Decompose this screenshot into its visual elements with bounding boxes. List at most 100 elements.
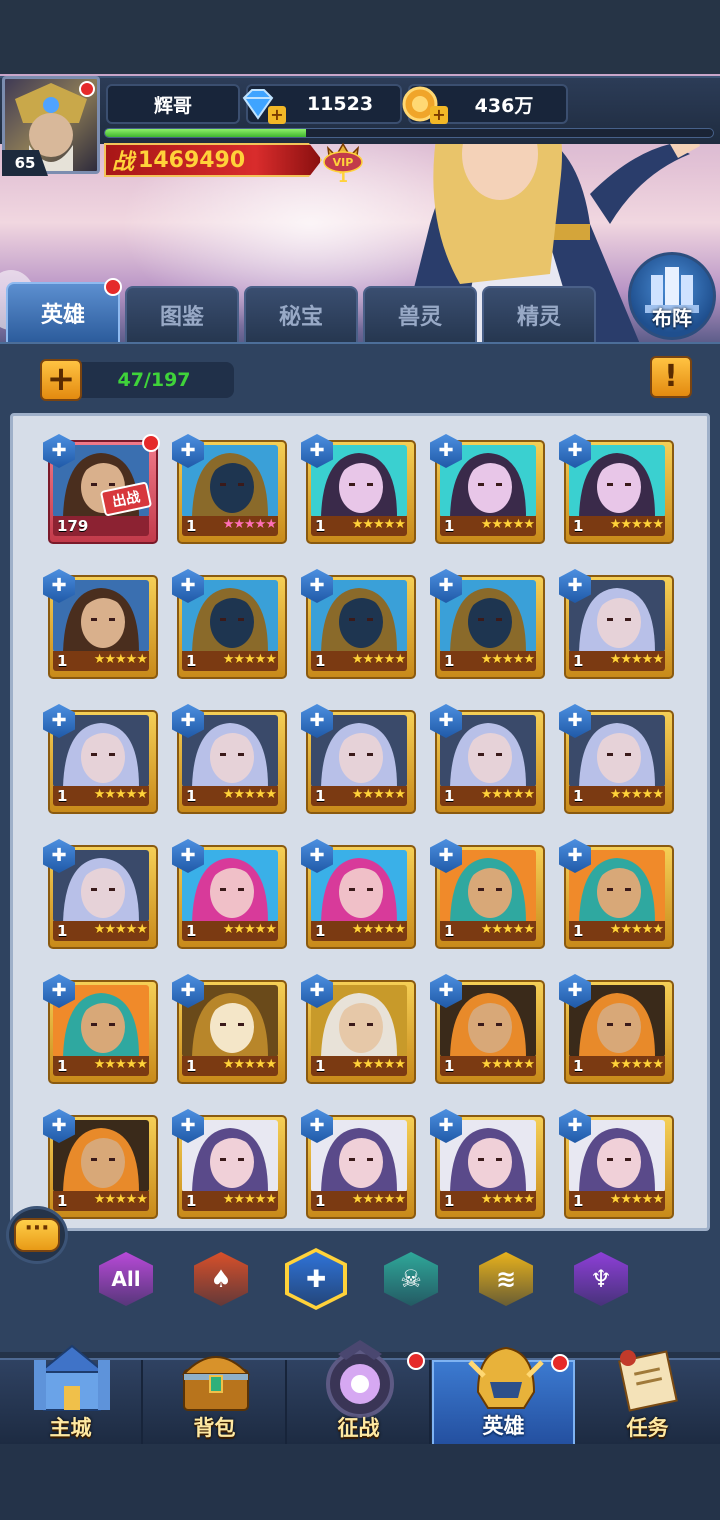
hero-level: 1 [57,1057,68,1075]
hero-stars: ★★★★★ [222,787,277,802]
nav-main-city[interactable]: 主城 [0,1344,143,1446]
hero-card[interactable]: 1 ★★★★★ ✚ [43,1109,158,1219]
wind-faction-icon: ≋ [495,1265,517,1293]
hero-card[interactable]: 1 ★★★★★ ✚ [559,569,674,679]
hero-card[interactable]: 1 ★★★★★ ✚ [43,569,158,679]
hero-stars: ★★★★★ [609,517,664,532]
hero-card[interactable]: 1 ★★★★★ ✚ [172,1109,287,1219]
hero-stars: ★★★★★ [480,1057,535,1072]
hero-card[interactable]: 1 ★★★★★ ✚ [301,569,416,679]
hero-card[interactable]: 1 ★★★★★ ✚ [430,569,545,679]
nav-backpack[interactable]: 背包 [144,1356,287,1446]
hero-level: 1 [315,787,326,805]
hero-card[interactable]: 1 ★★★★★ ✚ [301,434,416,544]
nav-tasks[interactable]: 任务 [576,1350,719,1446]
hero-stars: ★★★★★ [222,922,277,937]
hero-card-footer: 1 ★★★★★ [440,516,536,536]
hero-level: 1 [186,652,197,670]
avatar-notification-dot [79,81,95,97]
nav-heroes[interactable]: 英雄 [432,1346,575,1446]
hero-card-footer: 1 ★★★★★ [182,786,278,806]
hero-card[interactable]: 1 ★★★★★ ✚ [559,974,674,1084]
hero-card[interactable]: 1 ★★★★★ ✚ [559,839,674,949]
hero-card[interactable]: 1 ★★★★★ ✚ [301,839,416,949]
nav-label: 任务 [626,1416,669,1440]
tab-label: 图鉴 [159,305,204,330]
hero-card-footer: 1 ★★★★★ [182,921,278,941]
castle-icon [34,1344,110,1411]
add-gems-icon[interactable]: + [268,106,286,124]
hero-card[interactable]: 1 ★★★★★ ✚ [172,704,287,814]
skull-faction-icon: ☠ [400,1265,422,1293]
combat-power-label: 战 [112,150,135,175]
hero-card[interactable]: 1 ★★★★★ ✚ [301,1109,416,1219]
hero-card[interactable]: 1 ★★★★★ ✚ [172,569,287,679]
hero-stars: ★★★★★ [351,1192,406,1207]
filter-fire-faction-icon[interactable]: ♠ [194,1252,248,1306]
faction-filter-bar: All ♠ ✚ ☠ ≋ ♆ [0,1248,720,1310]
hero-stars: ★★★★★ [222,1192,277,1207]
tab-notification-dot [104,278,122,296]
hero-card[interactable]: 1 ★★★★★ ✚ [172,434,287,544]
combat-power-value: 1469490 [138,147,246,173]
hero-stars: ★★★★★ [222,517,277,532]
tab-beast-spirit[interactable]: 兽灵 [363,286,477,342]
hero-card[interactable]: 1 ★★★★★ ✚ [559,434,674,544]
filter-all-icon[interactable]: All [99,1252,153,1306]
player-name: 辉哥 [106,84,240,124]
hero-card[interactable]: 179 ✚ 出战 [43,434,160,544]
hero-stars: ★★★★★ [93,922,148,937]
fire-faction-icon: ♠ [210,1265,232,1293]
bottom-navigation: 主城 背包 征战 英雄 任务 [0,1340,720,1446]
hero-card-footer: 1 ★★★★★ [569,651,665,671]
hero-card-footer: 1 ★★★★★ [53,921,149,941]
nav-label: 征战 [337,1416,380,1440]
tab-heroes[interactable]: 英雄 [6,278,122,342]
hero-card-footer: 1 ★★★★★ [440,1191,536,1211]
hero-stars: ★★★★★ [351,652,406,667]
hero-card[interactable]: 1 ★★★★★ ✚ [172,974,287,1084]
hero-card-footer: 1 ★★★★★ [440,786,536,806]
gold-amount: 436万 [474,94,534,117]
hero-level: 1 [57,922,68,940]
hero-card[interactable]: 1 ★★★★★ ✚ [301,974,416,1084]
tab-codex[interactable]: 图鉴 [125,286,239,342]
hero-card[interactable]: 1 ★★★★★ ✚ [301,704,416,814]
gem-counter[interactable]: + 11523 [242,84,402,124]
chat-icon: ··· [14,1218,60,1252]
hero-card[interactable]: 1 ★★★★★ ✚ [430,974,545,1084]
expand-slots-button[interactable]: + [40,359,82,401]
nav-campaign[interactable]: 征战 [288,1340,431,1446]
hero-card[interactable]: 1 ★★★★★ ✚ [43,704,158,814]
bottom-safe-area [0,1444,720,1520]
hero-card[interactable]: 1 ★★★★★ ✚ [430,1109,545,1219]
hero-card[interactable]: 1 ★★★★★ ✚ [430,704,545,814]
hero-card[interactable]: 1 ★★★★★ ✚ [172,839,287,949]
hero-stars: ★★★★★ [351,922,406,937]
hero-stars: ★★★★★ [609,922,664,937]
vip-badge-icon[interactable]: VIP 1 [320,138,366,184]
add-gold-icon[interactable]: + [430,106,448,124]
filter-dark-faction-icon[interactable]: ♆ [574,1252,628,1306]
hero-card[interactable]: 1 ★★★★★ ✚ [430,839,545,949]
hero-card-footer: 1 ★★★★★ [311,921,407,941]
gold-counter[interactable]: + 436万 [402,84,568,124]
hero-stars: ★★★★★ [93,787,148,802]
hero-card[interactable]: 1 ★★★★★ ✚ [43,839,158,949]
tab-sprite[interactable]: 精灵 [482,286,596,342]
hero-card[interactable]: 1 ★★★★★ ✚ [430,434,545,544]
hero-level: 1 [315,922,326,940]
info-button[interactable]: ! [650,356,692,398]
filter-wind-faction-icon[interactable]: ≋ [479,1252,533,1306]
tab-treasure[interactable]: 秘宝 [244,286,358,342]
combat-power: 战 1469490 [104,143,322,177]
hero-count: 47/197 [74,362,234,398]
hero-stars: ★★★★★ [480,1192,535,1207]
tab-label: 兽灵 [397,305,442,330]
hero-tabs: 英雄 图鉴 秘宝 兽灵 精灵 [0,278,720,344]
hero-stars: ★★★★★ [222,1057,277,1072]
hero-card[interactable]: 1 ★★★★★ ✚ [43,974,158,1084]
hero-card[interactable]: 1 ★★★★★ ✚ [559,1109,674,1219]
hero-card[interactable]: 1 ★★★★★ ✚ [559,704,674,814]
filter-skull-faction-icon[interactable]: ☠ [384,1252,438,1306]
